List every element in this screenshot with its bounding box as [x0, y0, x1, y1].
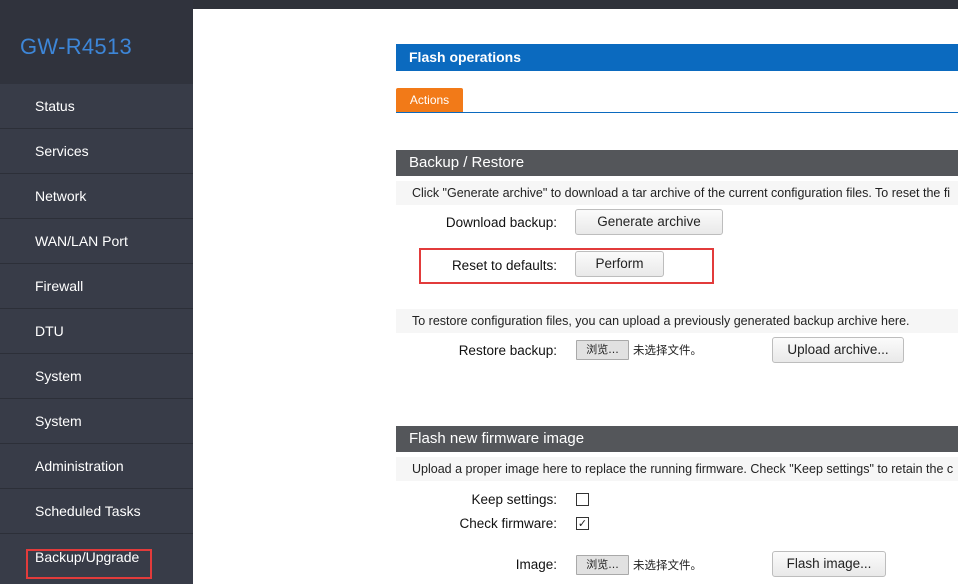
- sidebar-item-label: Scheduled Tasks: [35, 503, 141, 519]
- sidebar-item-services[interactable]: Services: [0, 129, 193, 174]
- image-browse-button[interactable]: 浏览...: [576, 555, 629, 575]
- sidebar: GW-R4513 Status Services Network WAN/LAN…: [0, 0, 193, 584]
- sidebar-item-scheduled-tasks[interactable]: Scheduled Tasks: [0, 489, 193, 534]
- image-file-status: 未选择文件。: [629, 555, 769, 575]
- sidebar-item-label: WAN/LAN Port: [35, 233, 128, 249]
- tab-underline: [396, 112, 958, 113]
- main-content: Flash operations Actions Backup / Restor…: [193, 9, 958, 584]
- sidebar-item-label: Network: [35, 188, 87, 204]
- sidebar-item-backup-upgrade[interactable]: Backup/Upgrade: [0, 534, 193, 579]
- check-firmware-checkbox[interactable]: ✓: [576, 517, 589, 530]
- sidebar-item-label: DTU: [35, 323, 64, 339]
- tab-actions[interactable]: Actions: [396, 88, 463, 112]
- sidebar-item-label: Status: [35, 98, 75, 114]
- backup-description: Click "Generate archive" to download a t…: [396, 181, 958, 205]
- check-mark-icon: ✓: [577, 517, 588, 530]
- sidebar-item-system[interactable]: System: [0, 354, 193, 399]
- section-heading-backup: Backup / Restore: [396, 150, 958, 176]
- upload-archive-button[interactable]: Upload archive...: [772, 337, 904, 363]
- generate-archive-button[interactable]: Generate archive: [575, 209, 723, 235]
- flash-image-button[interactable]: Flash image...: [772, 551, 886, 577]
- sidebar-nav: Status Services Network WAN/LAN Port Fir…: [0, 84, 193, 579]
- page-title: Flash operations: [396, 44, 958, 71]
- top-bar: [193, 0, 958, 9]
- brand-logo[interactable]: GW-R4513: [20, 34, 132, 60]
- sidebar-item-network[interactable]: Network: [0, 174, 193, 219]
- sidebar-item-label: Administration: [35, 458, 124, 474]
- sidebar-item-label: Backup/Upgrade: [35, 548, 140, 565]
- check-firmware-label: Check firmware:: [459, 516, 557, 531]
- restore-file-status: 未选择文件。: [629, 340, 769, 360]
- sidebar-item-dtu[interactable]: DTU: [0, 309, 193, 354]
- sidebar-item-status[interactable]: Status: [0, 84, 193, 129]
- brand-area: GW-R4513: [0, 0, 193, 84]
- firmware-description: Upload a proper image here to replace th…: [396, 457, 958, 481]
- sidebar-item-wan-lan-port[interactable]: WAN/LAN Port: [0, 219, 193, 264]
- sidebar-item-label: System: [35, 368, 82, 384]
- sidebar-item-label: Firewall: [35, 278, 84, 294]
- sidebar-item-label: Services: [35, 143, 89, 159]
- keep-settings-checkbox[interactable]: [576, 493, 589, 506]
- restore-description: To restore configuration files, you can …: [396, 309, 958, 333]
- section-heading-firmware: Flash new firmware image: [396, 426, 958, 452]
- download-backup-label: Download backup:: [445, 215, 557, 230]
- keep-settings-label: Keep settings:: [471, 492, 557, 507]
- perform-button[interactable]: Perform: [575, 251, 664, 277]
- sidebar-item-administration[interactable]: Administration: [0, 444, 193, 489]
- sidebar-item-system-2[interactable]: System: [0, 399, 193, 444]
- restore-browse-button[interactable]: 浏览...: [576, 340, 629, 360]
- restore-backup-label: Restore backup:: [458, 343, 557, 358]
- reset-defaults-label: Reset to defaults:: [451, 258, 557, 273]
- image-label: Image:: [515, 557, 557, 572]
- sidebar-item-label: System: [35, 413, 82, 429]
- sidebar-item-firewall[interactable]: Firewall: [0, 264, 193, 309]
